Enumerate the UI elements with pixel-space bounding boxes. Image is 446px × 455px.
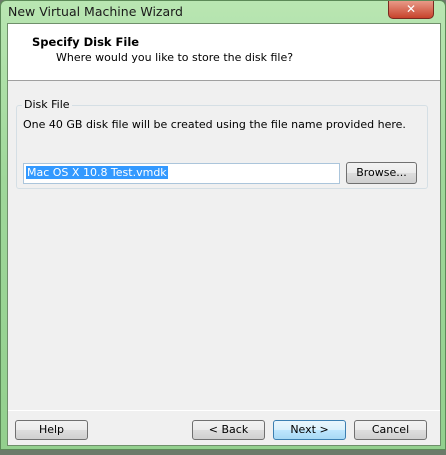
cancel-button[interactable]: Cancel [354, 420, 427, 440]
page-subtitle: Where would you like to store the disk f… [56, 51, 294, 64]
close-button[interactable]: ✕ [388, 1, 434, 19]
wizard-header: Specify Disk File Where would you like t… [8, 24, 440, 81]
wizard-window: New Virtual Machine Wizard ✕ Specify Dis… [0, 0, 446, 450]
file-name-value: Mac OS X 10.8 Test.vmdk [26, 166, 168, 179]
group-label: Disk File [22, 98, 72, 111]
help-button[interactable]: Help [15, 420, 88, 440]
disk-file-description: One 40 GB disk file will be created usin… [23, 118, 406, 131]
footer-divider [8, 410, 440, 411]
browse-button[interactable]: Browse... [346, 162, 417, 184]
disk-file-group: Disk File One 40 GB disk file will be cr… [16, 98, 428, 189]
wizard-body: Specify Disk File Where would you like t… [7, 23, 441, 446]
file-name-input[interactable]: Mac OS X 10.8 Test.vmdk [23, 163, 340, 184]
back-button[interactable]: < Back [192, 420, 265, 440]
page-title: Specify Disk File [32, 35, 140, 49]
close-icon: ✕ [405, 2, 417, 16]
window-title: New Virtual Machine Wizard [8, 4, 183, 19]
next-button[interactable]: Next > [273, 420, 346, 440]
